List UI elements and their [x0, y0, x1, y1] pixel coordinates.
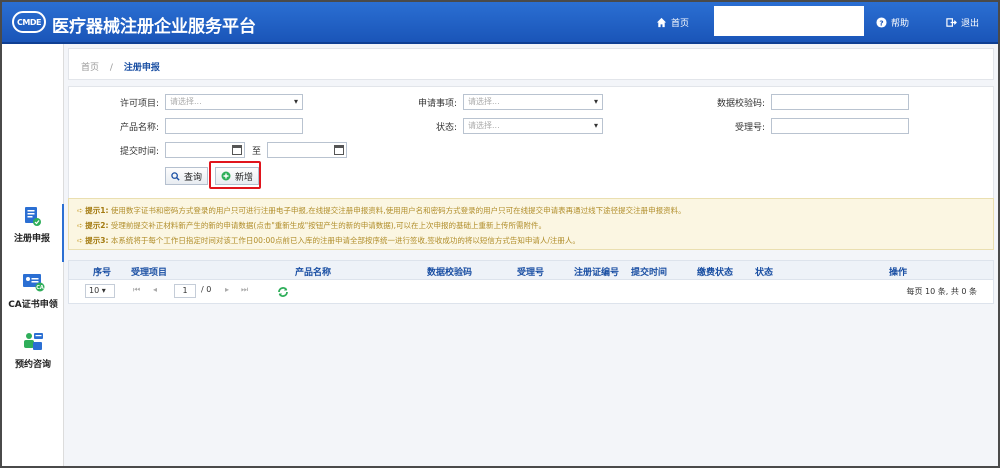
column-header[interactable]: 状态	[755, 265, 773, 278]
product-name-input[interactable]	[165, 118, 303, 134]
column-header[interactable]: 序号	[93, 265, 111, 278]
tip-3: ➪ 提示3: 本系统将于每个工作日指定时间对该工作日00:00点前已入库的注册申请…	[77, 236, 580, 245]
top-header: CMDE 医疗器械注册企业服务平台 首页 ? 帮助 退出	[2, 2, 998, 42]
help-icon: ?	[876, 17, 887, 28]
column-header[interactable]: 受理项目	[131, 265, 167, 278]
cmde-logo: CMDE	[12, 11, 46, 33]
sidebar-item-registration-label: 注册申报	[13, 234, 50, 244]
column-header[interactable]: 提交时间	[631, 265, 667, 278]
app-title: 医疗器械注册企业服务平台	[52, 17, 256, 37]
breadcrumb-current: 注册申报	[123, 63, 160, 73]
column-header[interactable]: 缴费状态	[697, 265, 733, 278]
column-header[interactable]: 受理号	[517, 265, 544, 278]
nav-logout-label: 退出	[961, 19, 980, 29]
sidebar-item-ca-certificate[interactable]: CA CA证书申领	[2, 270, 64, 328]
column-header[interactable]: 注册证编号	[574, 265, 619, 278]
registration-icon	[25, 207, 41, 226]
svg-text:CA: CA	[36, 285, 44, 291]
total-pages: / 0	[201, 285, 212, 294]
first-page-icon[interactable]: ⏮	[133, 285, 140, 295]
main-content: 首页 / 注册申报 许可项目: 请选择... 申请事项: 请选择... 数据校验…	[68, 48, 994, 464]
submit-time-end-input[interactable]	[267, 142, 347, 158]
query-button-label: 查询	[184, 172, 203, 183]
tip-2: ➪ 提示2: 受理前提交补正材料新产生的新的申请数据(点击"重新生成"按钮产生的新…	[77, 221, 547, 230]
tips-panel: ➪ 提示1: 使用数字证书和密码方式登录的用户只可进行注册电子申报,在线提交注册申…	[68, 198, 994, 250]
status-select[interactable]: 请选择...	[463, 118, 603, 134]
tip-2-title: 提示2:	[85, 221, 109, 230]
nav-home-label: 首页	[671, 19, 690, 29]
header-divider	[2, 42, 998, 44]
tip-1-title: 提示1:	[85, 206, 109, 215]
application-type-label: 申请事项:	[417, 99, 457, 109]
checksum-label: 数据校验码:	[716, 99, 765, 109]
nav-help[interactable]: ? 帮助	[876, 16, 909, 29]
license-item-select[interactable]: 请选择...	[165, 94, 303, 110]
tip-1-text: 使用数字证书和密码方式登录的用户只可进行注册电子申报,在线提交注册申报资料,使用…	[110, 206, 686, 215]
ca-certificate-icon: CA	[23, 274, 45, 292]
sidebar-item-consult[interactable]: 预约咨询	[2, 330, 64, 388]
breadcrumb-home[interactable]: 首页	[81, 63, 99, 73]
column-header[interactable]: 数据校验码	[427, 265, 472, 278]
breadcrumb-separator: /	[109, 63, 113, 73]
nav-logout[interactable]: 退出	[946, 16, 979, 29]
calendar-icon[interactable]	[232, 145, 242, 155]
sidebar: 注册申报 CA CA证书申领 预约咨询	[2, 44, 64, 466]
svg-text:?: ?	[879, 18, 883, 27]
refresh-icon[interactable]	[277, 286, 289, 298]
next-page-icon[interactable]: ▸	[225, 285, 229, 294]
highlight-box	[209, 161, 261, 189]
tip-3-title: 提示3:	[85, 236, 109, 245]
tip-3-text: 本系统将于每个工作日指定时间对该工作日00:00点前已入库的注册申请全部按序统一…	[110, 236, 580, 245]
page-size-value: 10	[89, 286, 100, 295]
license-item-placeholder: 请选择...	[170, 97, 202, 106]
tip-1: ➪ 提示1: 使用数字证书和密码方式登录的用户只可进行注册电子申报,在线提交注册申…	[77, 206, 686, 215]
consult-icon	[24, 333, 43, 350]
column-header[interactable]: 产品名称	[295, 265, 331, 278]
home-icon	[656, 17, 667, 28]
acceptance-no-input[interactable]	[771, 118, 909, 134]
submit-time-start-input[interactable]	[165, 142, 245, 158]
app-window: CMDE 医疗器械注册企业服务平台 首页 ? 帮助 退出 注册申报 CA CA证…	[0, 0, 1000, 468]
page-size-select[interactable]: 10 ▾	[85, 284, 115, 298]
nav-home[interactable]: 首页	[656, 16, 689, 29]
checksum-input[interactable]	[771, 94, 909, 110]
search-icon	[171, 171, 180, 181]
application-type-select[interactable]: 请选择...	[463, 94, 603, 110]
nav-help-label: 帮助	[891, 19, 910, 29]
status-label: 状态:	[435, 123, 457, 133]
calendar-icon[interactable]	[334, 145, 344, 155]
current-page-input[interactable]: 1	[174, 284, 196, 298]
results-table-header: 序号 受理项目 产品名称 数据校验码 受理号 注册证编号 提交时间 缴费状态 状…	[68, 260, 994, 280]
last-page-icon[interactable]: ⏭	[241, 285, 248, 295]
redacted-area	[714, 6, 864, 36]
sidebar-item-registration[interactable]: 注册申报	[2, 204, 64, 262]
sidebar-item-consult-label: 预约咨询	[14, 360, 51, 370]
prev-page-icon[interactable]: ◂	[153, 285, 157, 294]
submit-time-to-label: 至	[251, 147, 261, 157]
column-header[interactable]: 操作	[889, 265, 907, 278]
application-type-placeholder: 请选择...	[468, 97, 500, 106]
breadcrumb: 首页 / 注册申报	[68, 48, 994, 80]
acceptance-no-label: 受理号:	[734, 123, 765, 133]
tip-2-text: 受理前提交补正材料新产生的新的申请数据(点击"重新生成"按钮产生的新的申请数据)…	[110, 221, 547, 230]
product-name-label: 产品名称:	[119, 123, 159, 133]
pagination-summary: 每页 10 条, 共 0 条	[906, 287, 977, 296]
logout-icon	[946, 18, 957, 27]
pagination-bar: 10 ▾ ⏮ ◂ 1 / 0 ▸ ⏭ 每页 10 条, 共 0 条	[68, 280, 994, 304]
submit-time-label: 提交时间:	[119, 147, 159, 157]
query-button[interactable]: 查询	[165, 167, 209, 185]
sidebar-item-ca-label: CA证书申领	[8, 300, 58, 310]
license-item-label: 许可项目:	[119, 99, 159, 109]
status-placeholder: 请选择...	[468, 121, 500, 130]
